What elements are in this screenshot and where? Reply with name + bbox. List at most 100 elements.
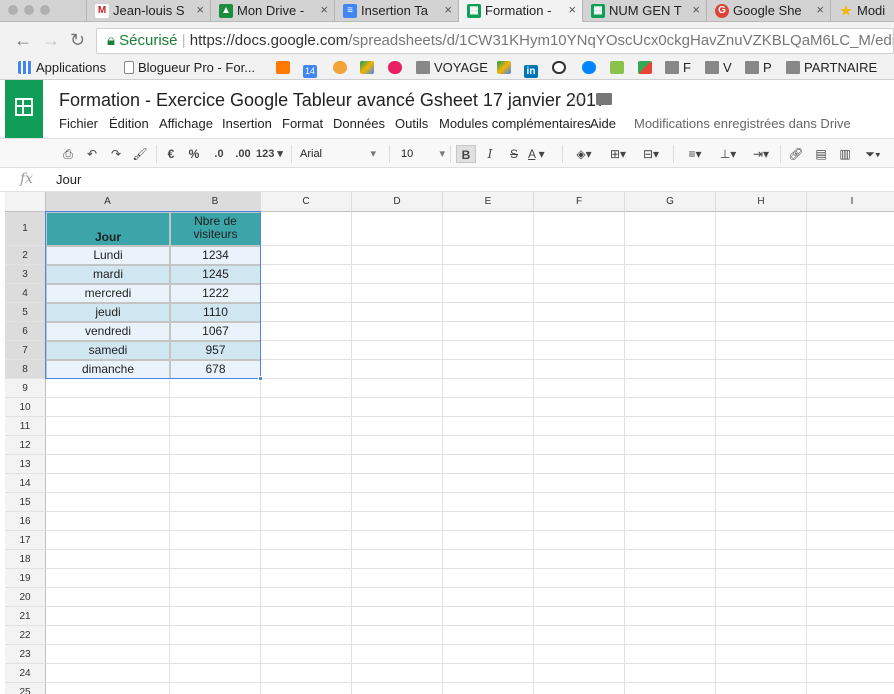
table-cell-visitors[interactable]: 957 [170, 341, 261, 360]
tab-close-icon[interactable]: × [320, 2, 328, 17]
bookmark-p[interactable]: P [745, 60, 772, 75]
browser-tab-docs[interactable]: ≡ Insertion Ta × [334, 0, 458, 22]
bookmark-cycle[interactable] [552, 60, 570, 75]
spreadsheet-grid[interactable]: ABCDEFGHI 1 2 3 4 5 6 7 8 9 10 11 12 13 14 15 16 17 18 19 2… [5, 192, 894, 694]
sheets-logo-icon[interactable] [5, 80, 43, 138]
print-icon[interactable]: ⎙ [60, 145, 76, 163]
bookmark-orange[interactable] [276, 60, 294, 75]
select-all-corner[interactable] [5, 192, 46, 212]
row-header-22[interactable]: 22 [5, 626, 46, 645]
table-cell-visitors[interactable]: 678 [170, 360, 261, 379]
table-cell-day[interactable]: vendredi [46, 322, 170, 341]
bookmark-v[interactable]: V [705, 60, 732, 75]
folder-icon[interactable] [596, 93, 612, 105]
increase-decimal-button[interactable]: .00 [232, 145, 254, 163]
column-header-e[interactable]: E [443, 192, 534, 212]
bookmark-green[interactable] [610, 60, 628, 75]
menu-insertion[interactable]: Insertion [222, 116, 272, 131]
bookmark-voyage[interactable]: VOYAGE [416, 60, 488, 75]
number-format-dropdown[interactable]: 123 ▾ [256, 145, 286, 163]
bookmark-f[interactable]: F [665, 60, 691, 75]
fill-handle[interactable] [258, 376, 263, 381]
document-title[interactable]: Formation - Exercice Google Tableur avan… [59, 90, 606, 111]
table-cell-day[interactable]: Lundi [46, 246, 170, 265]
row-header-8[interactable]: 8 [5, 360, 46, 379]
strikethrough-button[interactable]: S [506, 145, 522, 163]
row-header-25[interactable]: 25 [5, 683, 46, 694]
table-cell-day[interactable]: samedi [46, 341, 170, 360]
row-header-20[interactable]: 20 [5, 588, 46, 607]
row-header-13[interactable]: 13 [5, 455, 46, 474]
cell-b1-header[interactable]: Nbre de visiteurs [170, 212, 261, 246]
table-cell-visitors[interactable]: 1245 [170, 265, 261, 284]
paint-format-icon[interactable]: 🖌︎ [132, 145, 148, 163]
window-maximize-dot[interactable] [40, 5, 50, 15]
column-header-b[interactable]: B [170, 192, 261, 212]
bookmark-applications[interactable]: Applications [18, 60, 106, 75]
bold-button[interactable]: B [456, 145, 476, 163]
row-header-9[interactable]: 9 [5, 379, 46, 398]
window-minimize-dot[interactable] [24, 5, 34, 15]
bookmark-hexagon[interactable] [333, 60, 351, 75]
merge-cells-icon[interactable]: ⊟▾ [636, 145, 666, 163]
menu-format[interactable]: Format [282, 116, 323, 131]
menu-outils[interactable]: Outils [395, 116, 428, 131]
browser-tab-modi[interactable]: ★ Modi [830, 0, 894, 22]
table-cell-visitors[interactable]: 1067 [170, 322, 261, 341]
menu-fichier[interactable]: Fichier [59, 116, 98, 131]
row-header-15[interactable]: 15 [5, 493, 46, 512]
row-header-12[interactable]: 12 [5, 436, 46, 455]
column-header-i[interactable]: I [807, 192, 894, 212]
table-cell-day[interactable]: dimanche [46, 360, 170, 379]
row-header-5[interactable]: 5 [5, 303, 46, 322]
tab-close-icon[interactable]: × [444, 2, 452, 17]
borders-icon[interactable]: ⊞▾ [604, 145, 632, 163]
bookmark-maps[interactable] [638, 60, 656, 75]
column-header-d[interactable]: D [352, 192, 443, 212]
vertical-align-icon[interactable]: ⊥▾ [714, 145, 742, 163]
redo-icon[interactable]: ↷ [108, 145, 124, 163]
row-header-1[interactable]: 1 [5, 212, 46, 246]
tab-close-icon[interactable]: × [816, 2, 824, 17]
bookmark-messenger[interactable] [582, 60, 600, 75]
column-header-c[interactable]: C [261, 192, 352, 212]
url-input[interactable]: 🔒︎ Sécurisé | https://docs.google.com/sp… [96, 28, 894, 54]
bookmark-linkedin[interactable]: in [524, 60, 542, 78]
column-header-g[interactable]: G [625, 192, 716, 212]
column-header-h[interactable]: H [716, 192, 807, 212]
menu-aide[interactable]: Aide [590, 116, 616, 131]
row-header-6[interactable]: 6 [5, 322, 46, 341]
bookmark-pink[interactable] [388, 60, 406, 75]
browser-tab-formation[interactable]: ▦ Formation - × [458, 0, 582, 23]
cell-a1-header[interactable]: Jour [46, 212, 170, 246]
menu-donnees[interactable]: Données [333, 116, 385, 131]
star-icon[interactable]: ☆ [570, 89, 586, 110]
row-header-21[interactable]: 21 [5, 607, 46, 626]
horizontal-align-icon[interactable]: ≡▾ [681, 145, 709, 163]
text-color-button[interactable]: A ▾ [528, 145, 556, 163]
row-header-4[interactable]: 4 [5, 284, 46, 303]
bookmark-calendar[interactable]: 14 [303, 60, 321, 78]
menu-edition[interactable]: Édition [109, 116, 149, 131]
browser-tab-numgen[interactable]: ▦ NUM GEN T × [582, 0, 706, 22]
font-family-dropdown[interactable]: Arial ▾ [300, 145, 376, 163]
row-header-14[interactable]: 14 [5, 474, 46, 493]
tab-close-icon[interactable]: × [196, 2, 204, 17]
row-header-3[interactable]: 3 [5, 265, 46, 284]
row-header-23[interactable]: 23 [5, 645, 46, 664]
formula-input[interactable]: Jour [56, 172, 81, 187]
bookmark-blogueur-pro[interactable]: Blogueur Pro - For... [124, 60, 255, 75]
table-cell-day[interactable]: mardi [46, 265, 170, 284]
menu-modules[interactable]: Modules complémentaires [439, 116, 591, 131]
currency-button[interactable]: € [164, 145, 178, 163]
table-cell-visitors[interactable]: 1222 [170, 284, 261, 303]
undo-icon[interactable]: ↶ [84, 145, 100, 163]
column-header-f[interactable]: F [534, 192, 625, 212]
insert-comment-icon[interactable]: ▤ [812, 145, 830, 163]
forward-arrow-icon[interactable]: → [42, 30, 60, 51]
text-wrapping-icon[interactable]: ⇥▾ [746, 145, 776, 163]
save-status[interactable]: Modifications enregistrées dans Drive [634, 116, 851, 131]
fill-color-icon[interactable]: ◈▾ [570, 145, 598, 163]
window-close-dot[interactable] [8, 5, 18, 15]
tab-close-icon[interactable]: × [692, 2, 700, 17]
